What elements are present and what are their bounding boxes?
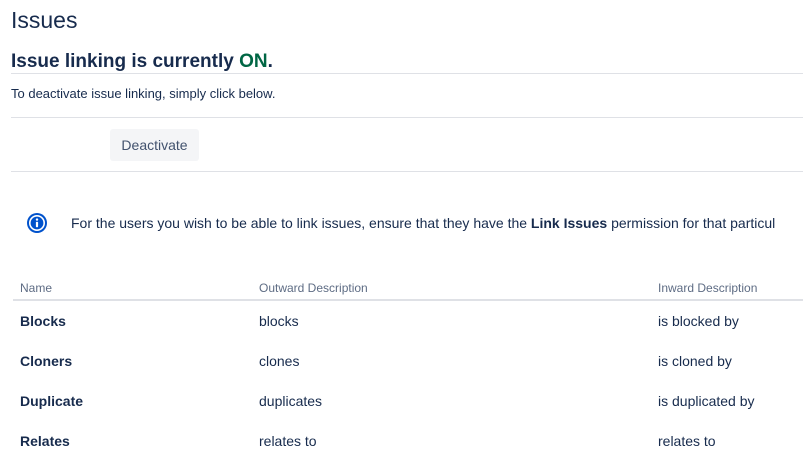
link-type-name: Relates (20, 433, 70, 449)
info-text-before: For the users you wish to be able to lin… (71, 215, 531, 231)
status-on-label: ON (239, 51, 268, 72)
linking-status-heading: Issue linking is currently ON. (11, 50, 273, 74)
divider-middle (11, 117, 803, 118)
divider-bottom (11, 171, 803, 172)
inward-description: is blocked by (658, 313, 739, 329)
link-type-name: Duplicate (20, 393, 84, 409)
inward-description: is duplicated by (658, 393, 755, 409)
deactivate-button[interactable]: Deactivate (110, 129, 199, 161)
info-text-after: permission for that particul (607, 215, 776, 231)
status-suffix: . (267, 51, 273, 72)
outward-description: duplicates (259, 393, 323, 409)
table-row: Relates relates to relates to (13, 421, 803, 461)
table-header-row: Name Outward Description Inward Descript… (13, 278, 803, 301)
status-prefix: Issue linking is currently (11, 51, 240, 72)
header-outward-description: Outward Description (259, 281, 368, 295)
header-inward-description: Inward Description (658, 281, 758, 295)
link-types-table: Name Outward Description Inward Descript… (13, 278, 803, 461)
table-row: Blocks blocks is blocked by (13, 301, 803, 341)
info-icon (26, 212, 48, 234)
inward-description: is cloned by (658, 353, 732, 369)
link-type-name: Cloners (20, 353, 73, 369)
inward-description: relates to (658, 433, 716, 449)
link-type-name: Blocks (20, 313, 66, 329)
page-title: Issues (11, 7, 78, 33)
header-name: Name (20, 281, 53, 295)
table-row: Duplicate duplicates is duplicated by (13, 381, 803, 421)
divider-top (11, 73, 803, 74)
outward-description: clones (259, 353, 300, 369)
table-row: Cloners clones is cloned by (13, 341, 803, 381)
link-issues-permission: Link Issues (530, 215, 608, 231)
outward-description: blocks (259, 313, 299, 329)
deactivate-instruction: To deactivate issue linking, simply clic… (11, 86, 276, 101)
outward-description: relates to (259, 433, 317, 449)
info-message: For the users you wish to be able to lin… (71, 215, 803, 232)
